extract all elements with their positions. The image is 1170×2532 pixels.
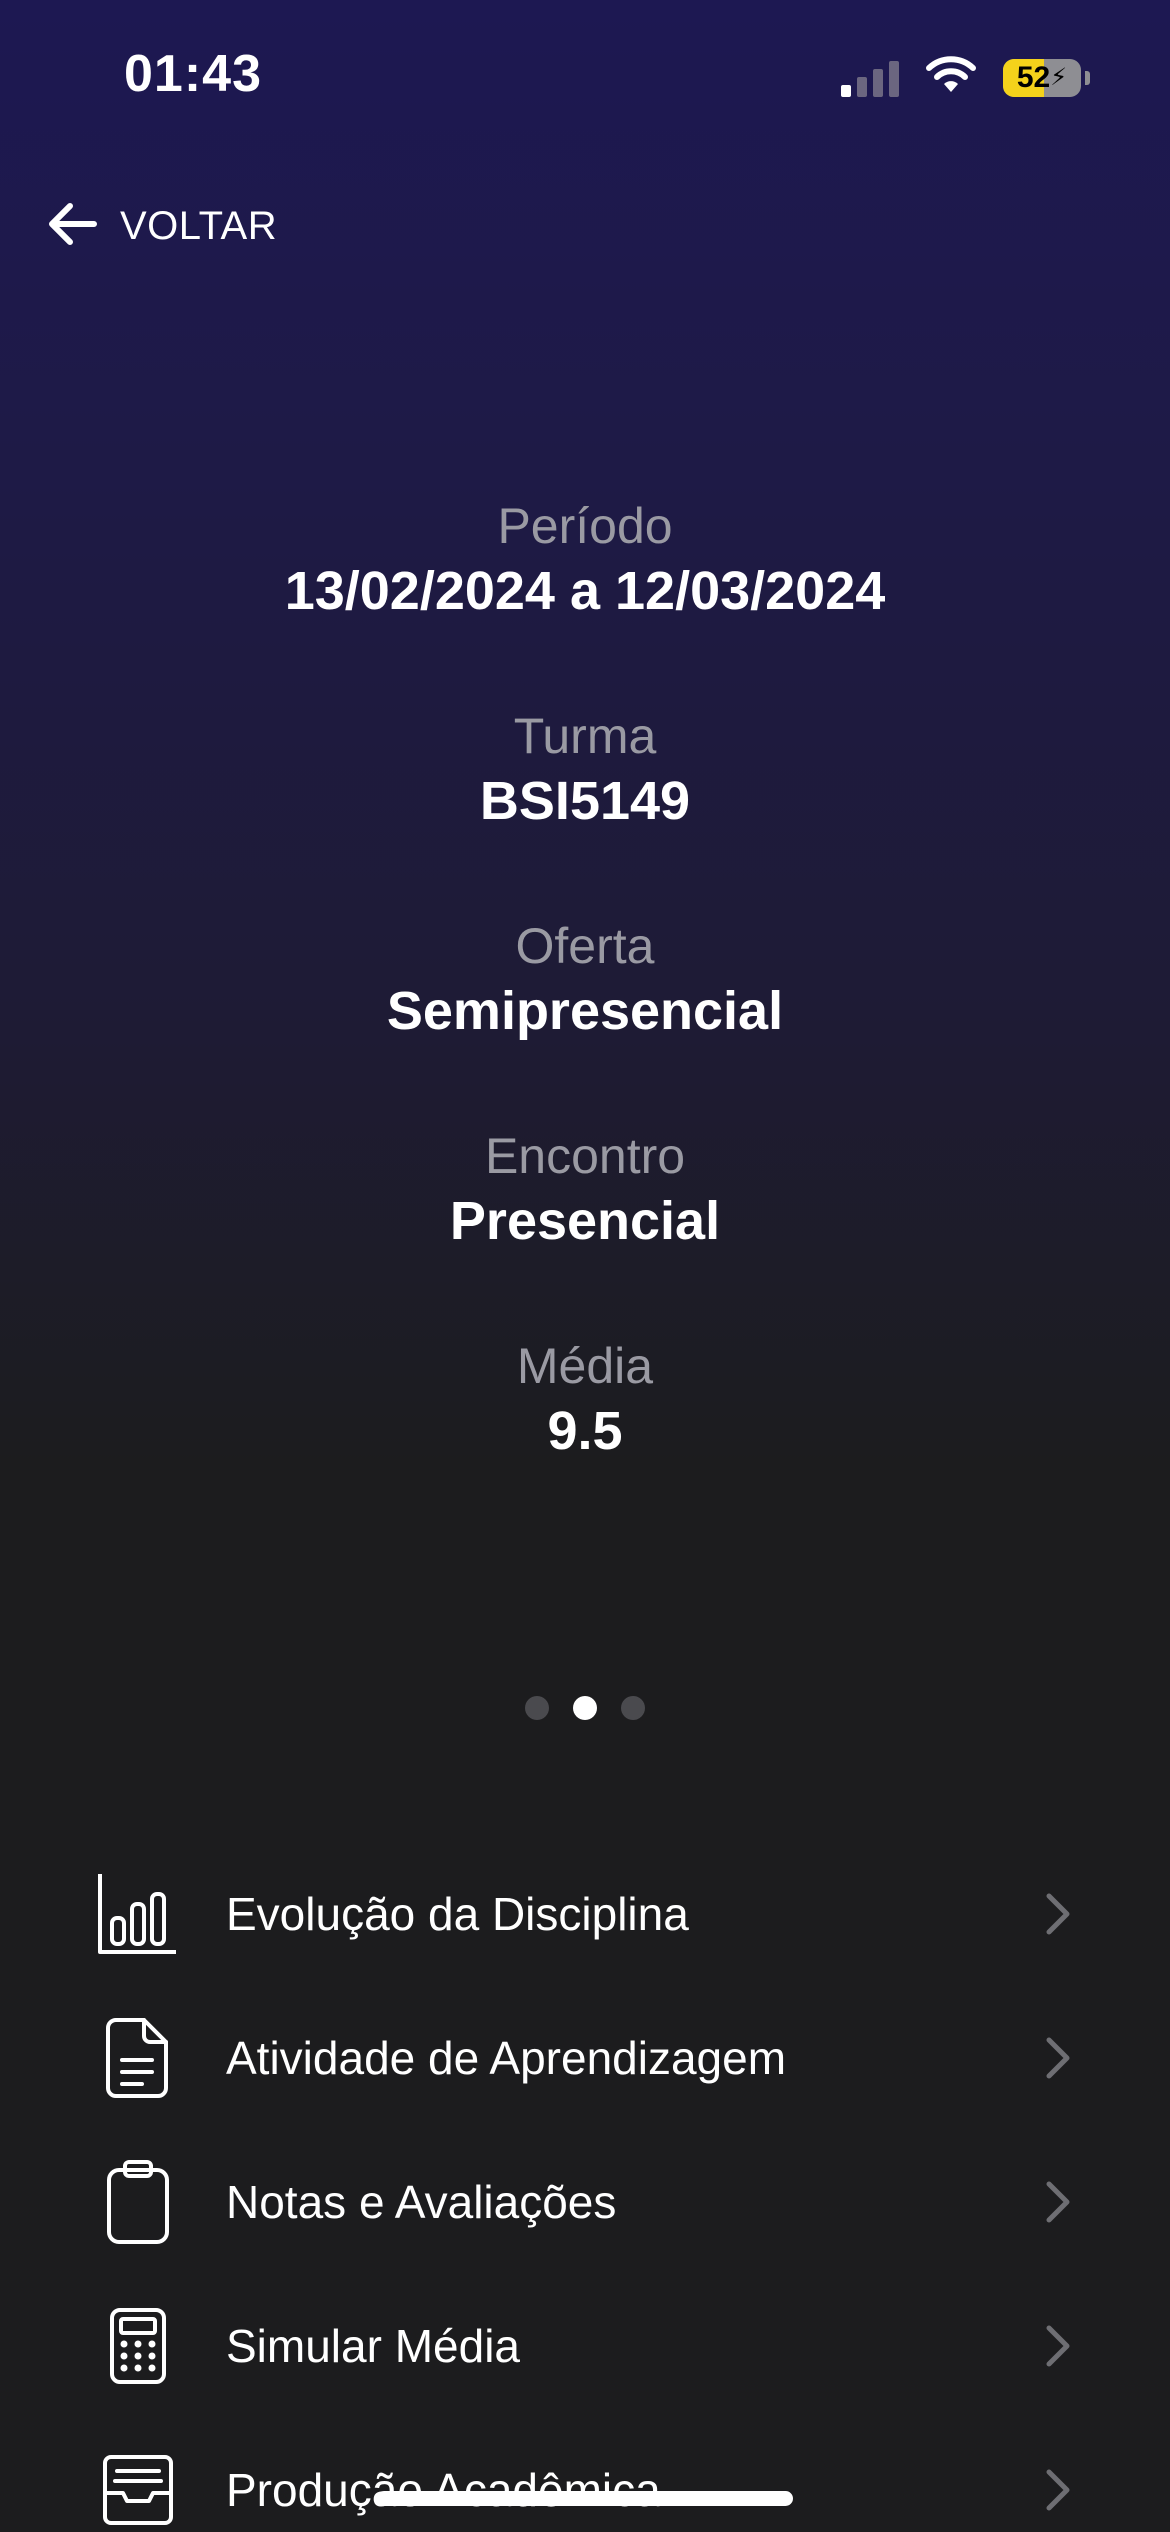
status-time: 01:43: [124, 45, 262, 103]
inbox-tray-icon: [96, 2448, 180, 2532]
info-label: Encontro: [484, 1128, 686, 1184]
charging-bolt-icon: ⚡: [1050, 64, 1068, 91]
menu-item-label: Simular Média: [226, 2320, 520, 2372]
bar-chart-icon: [96, 1872, 180, 1956]
menu-item-simular[interactable]: Simular Média: [0, 2274, 1170, 2418]
info-label: Oferta: [515, 918, 655, 974]
calculator-icon: [96, 2304, 180, 2388]
course-info: Período 13/02/2024 a 12/03/2024 Turma BS…: [0, 494, 1170, 1544]
chevron-right-icon: [1038, 2460, 1078, 2520]
info-encontro: Encontro Presencial: [0, 1124, 1170, 1334]
page-dot[interactable]: [621, 1696, 645, 1720]
status-icons: 52 ⚡: [841, 56, 1090, 99]
menu-item-evolucao[interactable]: Evolução da Disciplina: [0, 1842, 1170, 1986]
course-menu: Evolução da Disciplina Atividade de Apre…: [0, 1842, 1170, 2532]
menu-item-label: Produção Acadêmica: [226, 2464, 661, 2516]
screen: 01:43 52 ⚡ VOLTAR Período 13/02/2024 a 1…: [0, 0, 1170, 2532]
back-label: VOLTAR: [120, 204, 278, 248]
info-value: Semipresencial: [386, 981, 784, 1041]
back-button[interactable]: VOLTAR: [44, 196, 277, 257]
page-indicator: [0, 1696, 1170, 1720]
menu-item-atividade[interactable]: Atividade de Aprendizagem: [0, 1986, 1170, 2130]
menu-item-label: Notas e Avaliações: [226, 2176, 617, 2228]
menu-item-label: Evolução da Disciplina: [226, 1888, 689, 1940]
info-value: 13/02/2024 a 12/03/2024: [284, 561, 886, 621]
chevron-right-icon: [1038, 2316, 1078, 2376]
info-label: Período: [497, 498, 673, 554]
info-value: Presencial: [449, 1191, 721, 1251]
document-icon: [96, 2016, 180, 2100]
home-indicator[interactable]: [377, 2491, 793, 2506]
info-turma: Turma BSI5149: [0, 704, 1170, 914]
battery-icon: 52 ⚡: [1003, 58, 1081, 97]
arrow-left-icon: [44, 196, 100, 257]
page-dot-active[interactable]: [573, 1696, 597, 1720]
wifi-icon: [925, 56, 977, 99]
page-dot[interactable]: [525, 1696, 549, 1720]
cellular-signal-icon: [841, 59, 899, 97]
menu-item-notas[interactable]: Notas e Avaliações: [0, 2130, 1170, 2274]
info-label: Média: [516, 1338, 654, 1394]
info-label: Turma: [513, 708, 657, 764]
info-value: 9.5: [547, 1401, 623, 1461]
info-value: BSI5149: [479, 771, 691, 831]
info-oferta: Oferta Semipresencial: [0, 914, 1170, 1124]
chevron-right-icon: [1038, 1884, 1078, 1944]
info-media: Média 9.5: [0, 1334, 1170, 1544]
menu-item-label: Atividade de Aprendizagem: [226, 2032, 787, 2084]
chevron-right-icon: [1038, 2172, 1078, 2232]
battery-cap: [1085, 70, 1090, 85]
chevron-right-icon: [1038, 2028, 1078, 2088]
battery-level: 52: [1016, 60, 1051, 94]
status-bar: 01:43 52 ⚡: [0, 0, 1170, 150]
menu-item-producao[interactable]: Produção Acadêmica: [0, 2418, 1170, 2532]
clipboard-icon: [96, 2160, 180, 2244]
info-periodo: Período 13/02/2024 a 12/03/2024: [0, 494, 1170, 704]
